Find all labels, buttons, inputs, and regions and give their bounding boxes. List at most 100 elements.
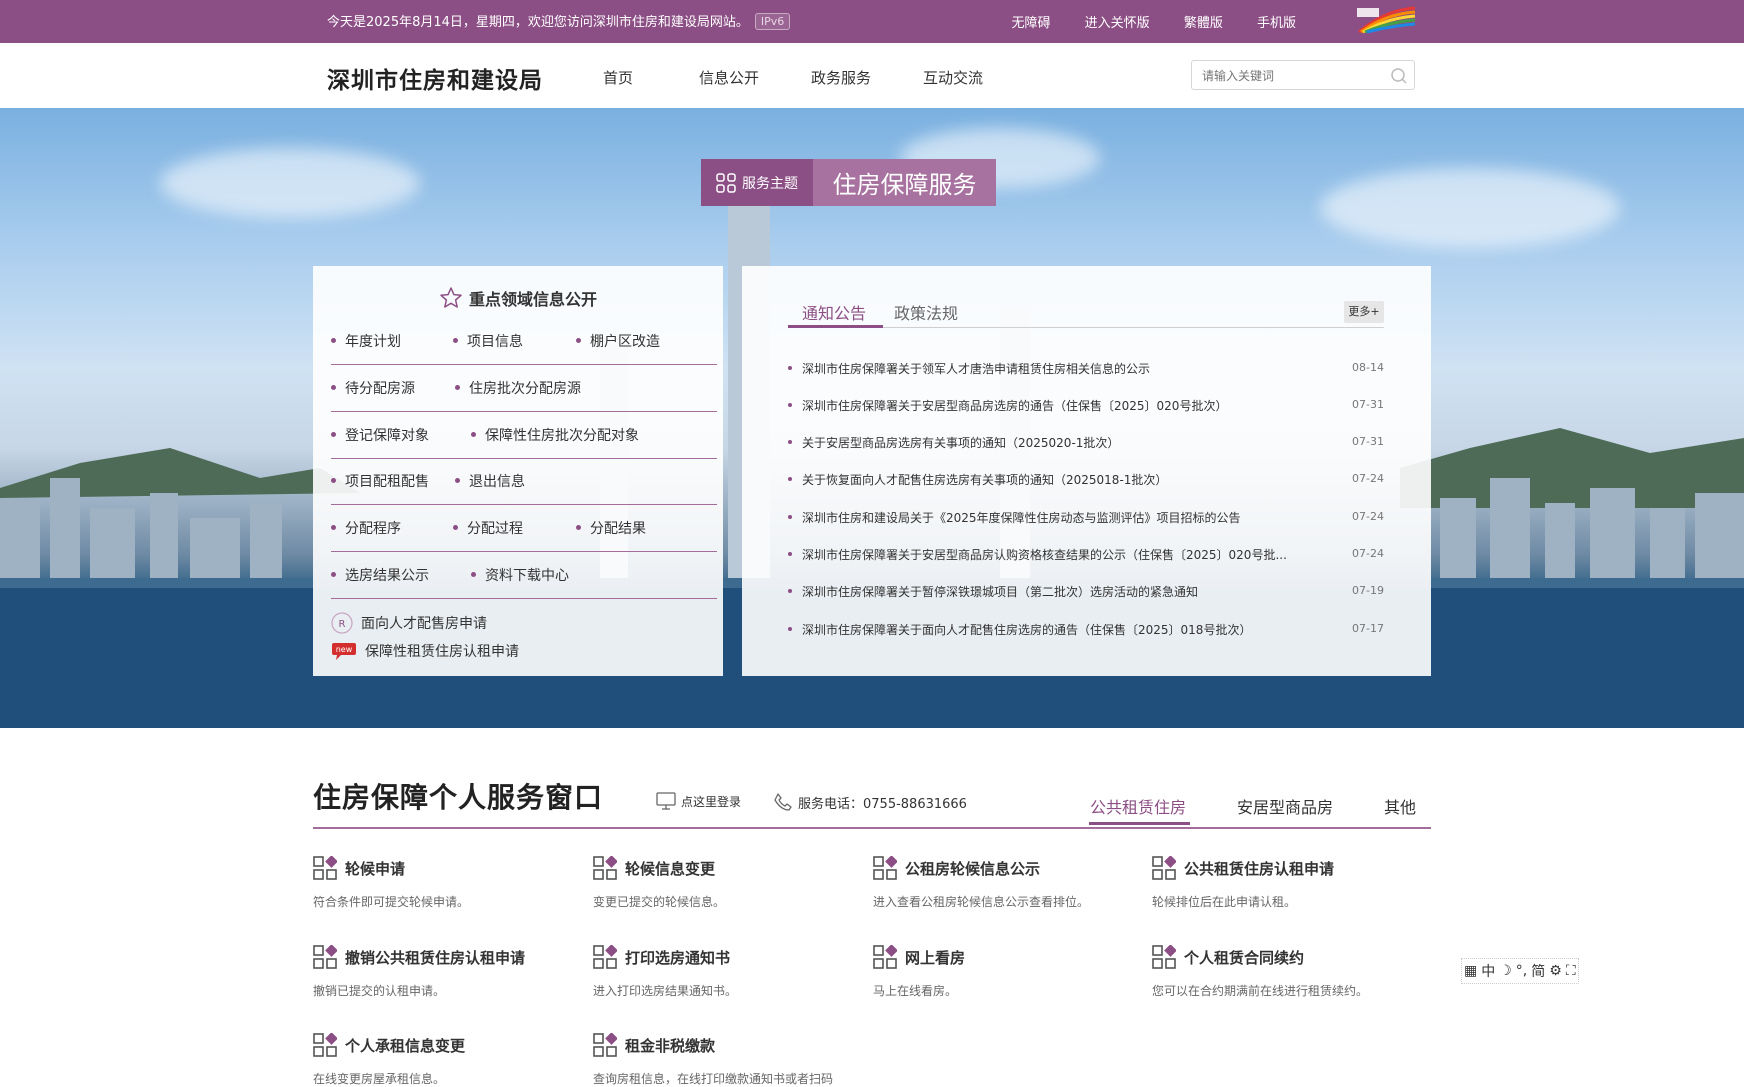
news-title[interactable]: 深圳市住房保障署关于领军人才唐浩申请租赁住房相关信息的公示 bbox=[788, 360, 1150, 377]
service-grid-icon bbox=[873, 945, 897, 969]
link-project-info[interactable]: 项目信息 bbox=[453, 331, 523, 351]
ime-expand-icon[interactable]: ⛶ bbox=[1566, 963, 1576, 979]
key-info-row: 年度计划 项目信息 棚户区改造 bbox=[331, 318, 717, 365]
news-title[interactable]: 深圳市住房保障署关于暂停深铁璟城项目（第二批次）选房活动的紧急通知 bbox=[788, 583, 1198, 600]
service-lease-renewal[interactable]: 个人租赁合同续约 您可以在合约期满前在线进行租赁续约。 bbox=[1152, 945, 1422, 999]
news-item[interactable]: 深圳市住房保障署关于领军人才唐浩申请租赁住房相关信息的公示 08-14 bbox=[788, 360, 1384, 380]
rainbow-logo[interactable] bbox=[1355, 6, 1417, 34]
ime-grid-icon[interactable]: ▦ bbox=[1464, 963, 1477, 979]
link-registered-recipients[interactable]: 登记保障对象 bbox=[331, 425, 429, 445]
service-grid-icon bbox=[313, 856, 337, 880]
service-name: 轮候信息变更 bbox=[625, 859, 716, 878]
service-online-viewing[interactable]: 网上看房 马上在线看房。 bbox=[873, 945, 1143, 999]
service-desc: 变更已提交的轮候信息。 bbox=[593, 895, 726, 909]
ime-mode-chinese[interactable]: 中 bbox=[1481, 961, 1495, 981]
ime-moon-icon[interactable]: ☽ bbox=[1499, 963, 1512, 979]
service-name: 公共租赁住房认租申请 bbox=[1184, 859, 1335, 878]
link-batch-recipients[interactable]: 保障性住房批次分配对象 bbox=[471, 425, 639, 445]
nav-info-disclosure[interactable]: 信息公开 bbox=[699, 67, 759, 88]
active-tab-underline bbox=[788, 325, 883, 328]
notices-tabs: 通知公告 政策法规 bbox=[788, 300, 1384, 328]
news-item[interactable]: 关于恢复面向人才配售住房选房有关事项的通知（2025018-1批次） 07-24 bbox=[788, 471, 1384, 491]
service-cancel-rental-application[interactable]: 撤销公共租赁住房认租申请 撤销已提交的认租申请。 bbox=[313, 945, 583, 999]
service-grid-icon bbox=[593, 856, 617, 880]
news-item[interactable]: 深圳市住房保障署关于安居型商品房认购资格核查结果的公示（住保售〔2025〕020… bbox=[788, 546, 1384, 566]
link-exit-info[interactable]: 退出信息 bbox=[455, 471, 525, 491]
news-item[interactable]: 深圳市住房保障署关于面向人才配售住房选房的通告（住保售〔2025〕018号批次）… bbox=[788, 621, 1384, 641]
news-date: 07-31 bbox=[1352, 435, 1384, 448]
phone-icon bbox=[774, 793, 792, 811]
nav-interaction[interactable]: 互动交流 bbox=[923, 67, 983, 88]
accessibility-link[interactable]: 无障碍 bbox=[1012, 16, 1051, 31]
news-date: 07-17 bbox=[1352, 622, 1384, 635]
link-batch-housing[interactable]: 住房批次分配房源 bbox=[455, 378, 581, 398]
traditional-chinese-link[interactable]: 繁體版 bbox=[1184, 16, 1223, 31]
news-title[interactable]: 关于恢复面向人才配售住房选房有关事项的通知（2025018-1批次） bbox=[788, 471, 1167, 488]
news-title[interactable]: 深圳市住房和建设局关于《2025年度保障性住房动态与监测评估》项目招标的公告 bbox=[788, 509, 1241, 526]
news-title[interactable]: 关于安居型商品房选房有关事项的通知（2025020-1批次） bbox=[788, 434, 1119, 451]
link-project-allocation[interactable]: 项目配租配售 bbox=[331, 471, 429, 491]
service-waitlist-change[interactable]: 轮候信息变更 变更已提交的轮候信息。 bbox=[593, 856, 863, 910]
service-waitlist-publicity[interactable]: 公租房轮候信息公示 进入查看公租房轮候信息公示查看排位。 bbox=[873, 856, 1143, 910]
link-shantytown-renovation[interactable]: 棚户区改造 bbox=[576, 331, 660, 351]
link-allocation-result[interactable]: 分配结果 bbox=[576, 518, 646, 538]
service-desc: 马上在线看房。 bbox=[873, 984, 958, 998]
ime-mode-simplified[interactable]: 简 bbox=[1531, 961, 1545, 981]
site-title[interactable]: 深圳市住房和建设局 bbox=[327, 61, 543, 95]
service-rent-payment[interactable]: 租金非税缴款 查询房租信息，在线打印缴款通知书或者扫码 bbox=[593, 1033, 863, 1087]
news-item[interactable]: 深圳市住房保障署关于暂停深铁璟城项目（第二批次）选房活动的紧急通知 07-19 bbox=[788, 583, 1384, 603]
mobile-version-link[interactable]: 手机版 bbox=[1257, 16, 1296, 31]
more-button[interactable]: 更多+ bbox=[1344, 301, 1384, 323]
nav-home[interactable]: 首页 bbox=[603, 67, 633, 88]
login-link[interactable]: 点这里登录 bbox=[656, 792, 741, 810]
active-tab-underline bbox=[1089, 822, 1190, 825]
service-desc: 您可以在合约期满前在线进行租赁续约。 bbox=[1152, 984, 1369, 998]
link-annual-plan[interactable]: 年度计划 bbox=[331, 331, 401, 351]
link-selection-results[interactable]: 选房结果公示 bbox=[331, 565, 429, 585]
service-desc: 符合条件即可提交轮候申请。 bbox=[313, 895, 470, 909]
login-label: 点这里登录 bbox=[681, 794, 742, 809]
link-download-center[interactable]: 资料下载中心 bbox=[471, 565, 569, 585]
key-info-row: 分配程序 分配过程 分配结果 bbox=[331, 505, 717, 552]
new-badge-icon: new bbox=[332, 643, 356, 660]
nav-government-services[interactable]: 政务服务 bbox=[811, 67, 871, 88]
service-name: 轮候申请 bbox=[345, 859, 406, 878]
service-name: 个人租赁合同续约 bbox=[1184, 948, 1305, 967]
tab-policies[interactable]: 政策法规 bbox=[894, 300, 958, 324]
news-item[interactable]: 深圳市住房和建设局关于《2025年度保障性住房动态与监测评估》项目招标的公告 0… bbox=[788, 509, 1384, 529]
service-desc: 进入打印选房结果通知书。 bbox=[593, 984, 738, 998]
tab-affordable-housing[interactable]: 安居型商品房 bbox=[1237, 794, 1333, 818]
service-name: 公租房轮候信息公示 bbox=[905, 859, 1041, 878]
news-title[interactable]: 深圳市住房保障署关于安居型商品房认购资格核查结果的公示（住保售〔2025〕020… bbox=[788, 546, 1287, 563]
care-version-link[interactable]: 进入关怀版 bbox=[1085, 16, 1150, 31]
top-links: 无障碍 进入关怀版 繁體版 手机版 bbox=[982, 12, 1296, 31]
search-icon[interactable] bbox=[1390, 67, 1408, 85]
key-info-row: 登记保障对象 保障性住房批次分配对象 bbox=[331, 412, 717, 459]
news-title[interactable]: 深圳市住房保障署关于安居型商品房选房的通告（住保售〔2025〕020号批次） bbox=[788, 397, 1227, 414]
key-info-heading: 重点领域信息公开 bbox=[468, 290, 597, 309]
search-input[interactable] bbox=[1200, 62, 1384, 90]
rental-housing-application-link[interactable]: new 保障性租赁住房认租申请 bbox=[331, 641, 519, 661]
tab-other[interactable]: 其他 bbox=[1384, 794, 1416, 818]
ime-punctuation-icon[interactable]: °, bbox=[1516, 963, 1527, 979]
news-item[interactable]: 深圳市住房保障署关于安居型商品房选房的通告（住保售〔2025〕020号批次） 0… bbox=[788, 397, 1384, 417]
service-name: 租金非税缴款 bbox=[625, 1036, 716, 1055]
service-tenancy-info-change[interactable]: 个人承租信息变更 在线变更房屋承租信息。 bbox=[313, 1033, 583, 1087]
key-info-row: 待分配房源 住房批次分配房源 bbox=[331, 365, 717, 412]
service-waitlist-application[interactable]: 轮候申请 符合条件即可提交轮候申请。 bbox=[313, 856, 583, 910]
tab-notices[interactable]: 通知公告 bbox=[802, 300, 866, 324]
link-allocation-procedure[interactable]: 分配程序 bbox=[331, 518, 401, 538]
news-title[interactable]: 深圳市住房保障署关于面向人才配售住房选房的通告（住保售〔2025〕018号批次） bbox=[788, 621, 1251, 638]
talent-housing-application-link[interactable]: R 面向人才配售房申请 bbox=[331, 612, 487, 634]
service-desc: 轮候排位后在此申请认租。 bbox=[1152, 895, 1297, 909]
news-item[interactable]: 关于安居型商品房选房有关事项的通知（2025020-1批次） 07-31 bbox=[788, 434, 1384, 454]
service-rental-application[interactable]: 公共租赁住房认租申请 轮候排位后在此申请认租。 bbox=[1152, 856, 1422, 910]
service-print-notice[interactable]: 打印选房通知书 进入打印选房结果通知书。 bbox=[593, 945, 863, 999]
site-header: 深圳市住房和建设局 首页 信息公开 政务服务 互动交流 bbox=[0, 43, 1744, 109]
ime-settings-icon[interactable]: ⚙ bbox=[1549, 963, 1562, 979]
monitor-icon bbox=[656, 792, 676, 810]
tab-public-rental[interactable]: 公共租赁住房 bbox=[1090, 794, 1186, 818]
news-date: 08-14 bbox=[1352, 361, 1384, 374]
link-allocation-process[interactable]: 分配过程 bbox=[453, 518, 523, 538]
link-pending-housing[interactable]: 待分配房源 bbox=[331, 378, 415, 398]
